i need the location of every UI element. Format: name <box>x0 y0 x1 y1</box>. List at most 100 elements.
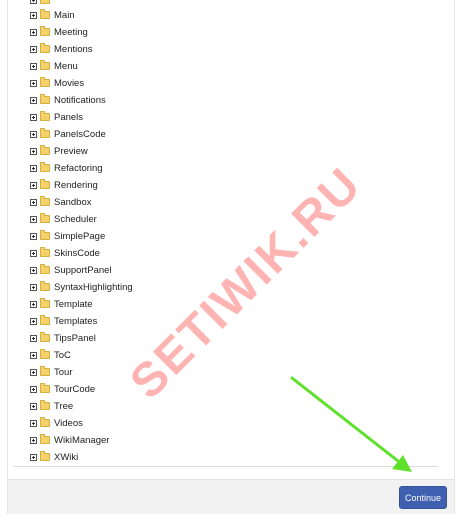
expand-icon[interactable] <box>30 283 37 291</box>
tree-item[interactable]: Tree <box>30 398 73 414</box>
folder-icon <box>40 400 50 410</box>
expand-icon[interactable] <box>30 317 37 325</box>
tree-item[interactable]: SupportPanel <box>30 262 112 278</box>
tree-item[interactable]: ToC <box>30 347 71 363</box>
tree-item[interactable]: TipsPanel <box>30 330 96 346</box>
tree-item[interactable]: XWiki <box>30 449 78 465</box>
expand-icon[interactable] <box>30 0 37 4</box>
tree-item-label: SkinsCode <box>54 247 100 259</box>
expand-icon[interactable] <box>30 300 37 308</box>
tree-item-label: Tour <box>54 366 73 378</box>
expand-icon[interactable] <box>30 164 37 172</box>
tree-item[interactable]: Preview <box>30 143 88 159</box>
expand-icon[interactable] <box>30 181 37 189</box>
folder-icon <box>40 298 50 308</box>
tree-item-label: Movies <box>54 77 85 89</box>
expand-icon[interactable] <box>30 62 37 70</box>
tree-item-label: SimplePage <box>54 230 106 242</box>
folder-icon <box>40 60 50 70</box>
folder-icon <box>40 383 50 393</box>
folder-icon <box>40 196 50 206</box>
tree-item-label: TipsPanel <box>54 332 96 344</box>
expand-icon[interactable] <box>30 385 37 393</box>
tree-item-label: PanelsCode <box>54 128 106 140</box>
tree-item[interactable]: Refactoring <box>30 160 103 176</box>
expand-icon[interactable] <box>30 147 37 155</box>
wizard-footer: Continue <box>8 479 454 514</box>
space-tree: Main Meeting Mentions Menu Movies Notifi… <box>14 0 438 467</box>
tree-item-label: Refactoring <box>54 162 103 174</box>
folder-icon <box>40 332 50 342</box>
tree-item[interactable]: Videos <box>30 415 83 431</box>
tree-item-label: Tree <box>54 400 74 412</box>
expand-icon[interactable] <box>30 368 37 376</box>
expand-icon[interactable] <box>30 96 37 104</box>
expand-icon[interactable] <box>30 198 37 206</box>
tree-item-label: Notifications <box>54 94 106 106</box>
tree-item[interactable]: Panels <box>30 109 83 125</box>
tree-item[interactable]: SkinsCode <box>30 245 100 261</box>
tree-item-label: SupportPanel <box>54 264 112 276</box>
tree-item-label: TourCode <box>54 383 96 395</box>
tree-item[interactable]: Notifications <box>30 92 106 108</box>
tree-item[interactable]: Meeting <box>30 24 88 40</box>
folder-icon <box>40 281 50 291</box>
tree-item[interactable]: Sandbox <box>30 194 92 210</box>
tree-item-label: Scheduler <box>54 213 97 225</box>
expand-icon[interactable] <box>30 11 37 19</box>
continue-button[interactable]: Continue <box>399 486 447 509</box>
expand-icon[interactable] <box>30 402 37 410</box>
folder-icon <box>40 94 50 104</box>
folder-icon <box>40 366 50 376</box>
tree-item[interactable]: Templates <box>30 313 97 329</box>
tree-item-label: XWiki <box>54 451 79 463</box>
folder-icon <box>40 315 50 325</box>
tree-item-label: Meeting <box>54 26 88 38</box>
expand-icon[interactable] <box>30 419 37 427</box>
tree-item[interactable]: TourCode <box>30 381 95 397</box>
folder-icon <box>40 451 50 461</box>
folder-icon <box>40 77 50 87</box>
folder-icon <box>40 434 50 444</box>
tree-item[interactable]: Template <box>30 296 93 312</box>
tree-item[interactable]: Scheduler <box>30 211 97 227</box>
expand-icon[interactable] <box>30 249 37 257</box>
folder-icon <box>40 213 50 223</box>
tree-item-label: Templates <box>54 315 98 327</box>
expand-icon[interactable] <box>30 334 37 342</box>
tree-item[interactable]: Rendering <box>30 177 98 193</box>
expand-icon[interactable] <box>30 453 37 461</box>
folder-icon <box>40 26 50 36</box>
tree-item[interactable]: Main <box>30 7 75 23</box>
expand-icon[interactable] <box>30 351 37 359</box>
expand-icon[interactable] <box>30 232 37 240</box>
tree-item[interactable]: Tour <box>30 364 72 380</box>
expand-icon[interactable] <box>30 79 37 87</box>
tree-item[interactable]: Menu <box>30 58 78 74</box>
tree-item-label: Panels <box>54 111 84 123</box>
folder-icon <box>40 111 50 121</box>
folder-icon <box>40 128 50 138</box>
tree-item-label: Rendering <box>54 179 98 191</box>
expand-icon[interactable] <box>30 215 37 223</box>
folder-icon <box>40 264 50 274</box>
tree-item[interactable]: SimplePage <box>30 228 105 244</box>
folder-icon <box>40 9 50 19</box>
tree-item[interactable]: WikiManager <box>30 432 109 448</box>
expand-icon[interactable] <box>30 266 37 274</box>
tree-item[interactable]: Mentions <box>30 41 93 57</box>
folder-icon <box>40 0 50 4</box>
tree-item-label: Preview <box>54 145 88 157</box>
expand-icon[interactable] <box>30 28 37 36</box>
tree-item[interactable]: Movies <box>30 75 84 91</box>
tree-item-label: ToC <box>54 349 71 361</box>
expand-icon[interactable] <box>30 45 37 53</box>
expand-icon[interactable] <box>30 436 37 444</box>
expand-icon[interactable] <box>30 130 37 138</box>
expand-icon[interactable] <box>30 113 37 121</box>
tree-item-label: Mentions <box>54 43 93 55</box>
tree-item[interactable]: PanelsCode <box>30 126 106 142</box>
tree-item-label: SyntaxHighlighting <box>54 281 133 293</box>
tree-item[interactable]: SyntaxHighlighting <box>30 279 133 295</box>
folder-icon <box>40 349 50 359</box>
